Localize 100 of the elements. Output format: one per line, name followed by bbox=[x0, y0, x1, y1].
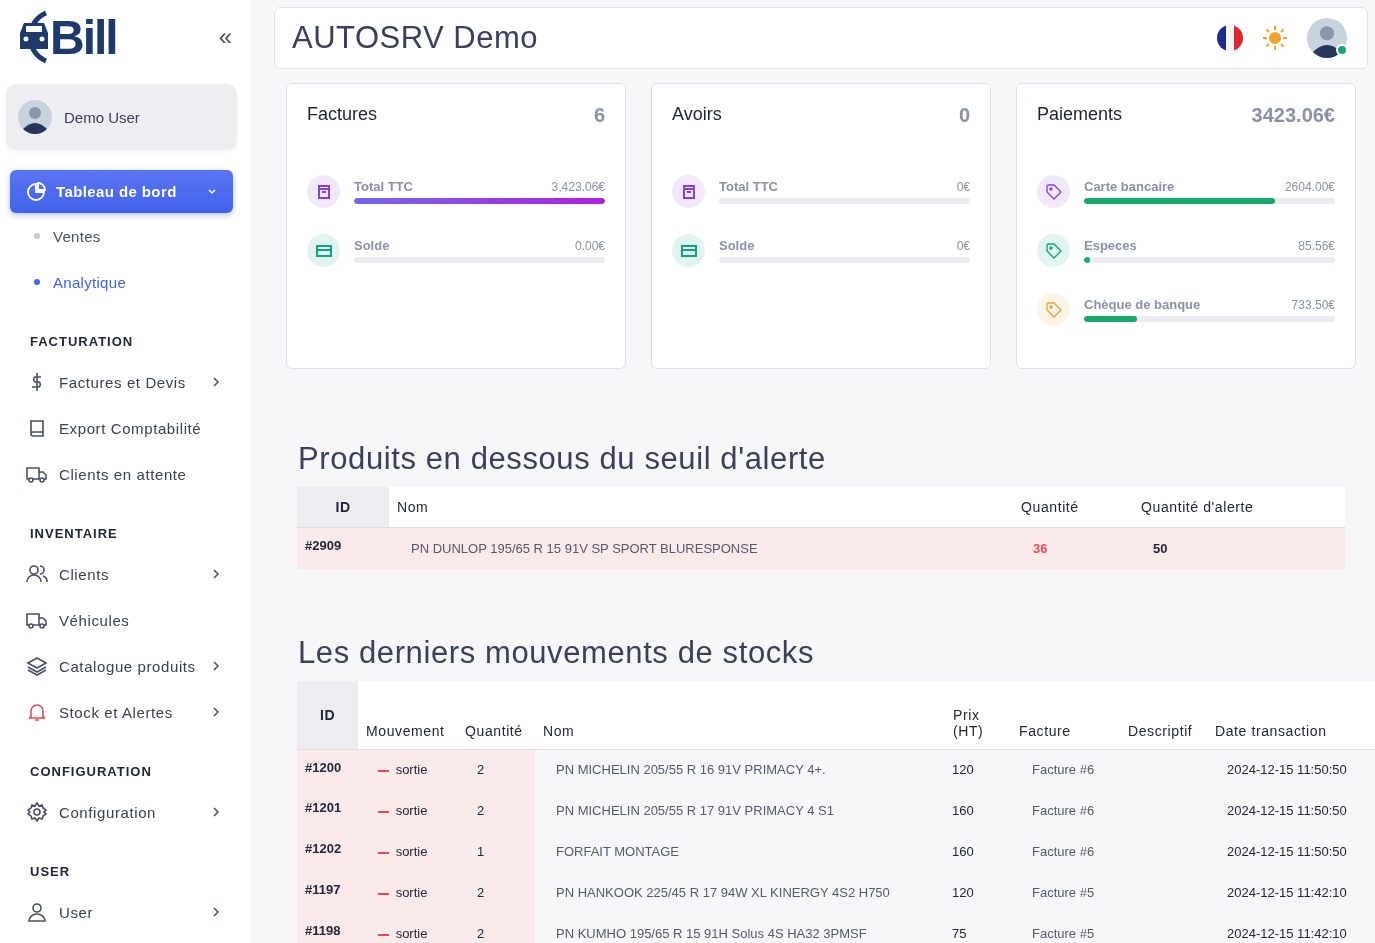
table-cell-text: 2024-12-15 11:50:50 bbox=[1226, 802, 1348, 820]
truck-icon bbox=[26, 464, 48, 484]
column-header: Facture bbox=[1011, 680, 1120, 749]
invoice-link[interactable]: Facture #6 bbox=[1011, 749, 1120, 790]
user-icon bbox=[26, 902, 48, 922]
metric-value: 0€ bbox=[956, 180, 970, 194]
table-cell: PN KUMHO 195/65 R 15 91H Solus 4S HA32 3PMSF bbox=[535, 913, 945, 943]
metric-value: 0.00€ bbox=[574, 239, 605, 253]
table-cell: 2 bbox=[457, 872, 535, 913]
section-title: Produits en dessous du seuil d'alerte bbox=[298, 441, 827, 477]
column-header: Nom bbox=[535, 680, 945, 749]
user-name: Demo User bbox=[64, 108, 140, 126]
table-cell: 50 bbox=[1133, 527, 1345, 569]
card-title: Avoirs bbox=[672, 104, 722, 125]
users-icon bbox=[26, 564, 48, 584]
metric-label: Total TTC bbox=[354, 179, 413, 194]
table-cell: PN MICHELIN 205/55 R 17 91V PRIMACY 4 S1 bbox=[535, 790, 945, 831]
column-header: Nom bbox=[389, 487, 1013, 528]
movement-type: sortie bbox=[395, 844, 428, 859]
table-cell: PN HANKOOK 225/45 R 17 94W XL KINERGY 4S2 H750 bbox=[535, 872, 945, 913]
nav-item[interactable]: Factures et Devis bbox=[0, 359, 250, 405]
movement-type: sortie bbox=[395, 926, 428, 941]
column-header: Prix (HT) bbox=[945, 680, 1011, 749]
table-cell: FORFAIT MONTAGE bbox=[535, 831, 945, 872]
table-cell: #1202 bbox=[297, 831, 358, 872]
chevron-right-icon bbox=[212, 806, 220, 818]
bell-icon bbox=[26, 702, 48, 722]
nav-item[interactable]: Clients bbox=[0, 551, 250, 597]
table-cell: PN MICHELIN 205/55 R 16 91V PRIMACY 4+. bbox=[535, 749, 945, 790]
movement-type: sortie bbox=[395, 803, 428, 818]
table-cell: 1 bbox=[457, 831, 535, 872]
chevron-right-icon bbox=[212, 568, 220, 580]
table-cell: #1200 bbox=[297, 749, 358, 790]
metric-label: Solde bbox=[354, 238, 390, 253]
flag-icon[interactable] bbox=[1217, 25, 1243, 51]
dashboard-nav-item[interactable]: Tableau de bord bbox=[10, 170, 233, 213]
table-cell: #1197 bbox=[297, 872, 358, 913]
table-cell: 2 bbox=[457, 749, 535, 790]
invoice-link[interactable]: Facture #6 bbox=[1011, 790, 1120, 831]
minus-icon bbox=[378, 933, 389, 936]
table-cell: 36 bbox=[1013, 527, 1133, 569]
invoice-link[interactable]: Facture #6 bbox=[1011, 831, 1120, 872]
chevron-right-icon bbox=[212, 660, 220, 672]
chevron-icon bbox=[207, 186, 217, 197]
column-header: Quantité bbox=[1013, 487, 1133, 528]
column-header: ID bbox=[297, 487, 389, 528]
nav-item[interactable]: Véhicules bbox=[0, 597, 250, 643]
nav-item[interactable]: Catalogue produits bbox=[0, 643, 250, 689]
sub-nav-link[interactable]: Analytique bbox=[0, 259, 250, 305]
chevron-right-icon bbox=[212, 376, 220, 388]
table-cell-text: 160 bbox=[951, 802, 975, 820]
movement-type: sortie bbox=[395, 885, 428, 900]
movement-type: sortie bbox=[395, 762, 428, 778]
metric-value: 0€ bbox=[956, 239, 970, 253]
table-cell: #1201 bbox=[297, 790, 358, 831]
sub-nav-link[interactable]: Ventes bbox=[0, 213, 250, 259]
card-title: Factures bbox=[307, 104, 378, 125]
invoice-link[interactable]: Facture #5 bbox=[1011, 872, 1120, 913]
card-total: 3423.06€ bbox=[1251, 104, 1335, 127]
pie-chart-icon bbox=[26, 181, 46, 202]
metric-label: Chèque de banque bbox=[1084, 297, 1201, 312]
section-title: Les derniers mouvements de stocks bbox=[298, 634, 816, 671]
company-title: AUTOSRV Demo bbox=[292, 20, 539, 56]
layers-icon bbox=[26, 656, 48, 676]
metric-value: 733.50€ bbox=[1291, 298, 1335, 312]
nav-item[interactable]: User bbox=[0, 889, 250, 935]
column-header: Quantité d'alerte bbox=[1133, 487, 1345, 528]
table-cell-text: 2024-12-15 11:42:10 bbox=[1226, 884, 1348, 902]
settings-icon bbox=[26, 802, 48, 822]
metric-label: Solde bbox=[719, 238, 755, 253]
table-cell-text: 2024-12-15 11:50:50 bbox=[1226, 843, 1348, 861]
nav-item[interactable]: Export Comptabilité bbox=[0, 405, 250, 451]
metric-label: Especes bbox=[1084, 238, 1137, 253]
nav-item[interactable]: Clients en attente bbox=[0, 451, 250, 497]
collapse-sidebar-button[interactable]: « bbox=[216, 23, 234, 51]
column-header: Descriptif bbox=[1120, 680, 1207, 749]
table-cell-text: 75 bbox=[951, 925, 968, 943]
table-cell: PN DUNLOP 195/65 R 15 91V SP SPORT BLURESPONSE bbox=[389, 527, 1013, 569]
table-cell-text: 160 bbox=[951, 843, 975, 861]
invoice-link[interactable]: Facture #5 bbox=[1011, 913, 1120, 943]
section-heading: CONFIGURATION bbox=[29, 763, 153, 781]
section-heading: USER bbox=[29, 863, 72, 881]
minus-icon bbox=[378, 769, 389, 772]
section-heading: FACTURATION bbox=[29, 333, 135, 351]
truck-icon bbox=[26, 610, 48, 630]
column-header: Quantité bbox=[457, 680, 535, 749]
table-cell-text: 2024-12-15 11:42:10 bbox=[1226, 925, 1348, 943]
nav-item[interactable]: Configuration bbox=[0, 789, 250, 835]
avatar-icon[interactable] bbox=[1307, 18, 1347, 58]
nav-item[interactable]: Stock et Alertes bbox=[0, 689, 250, 735]
metric-value: 2604.00€ bbox=[1284, 180, 1335, 194]
table-cell: 2 bbox=[457, 790, 535, 831]
table-cell-text: 120 bbox=[951, 884, 975, 902]
section-heading: INVENTAIRE bbox=[29, 525, 119, 543]
card-total: 0 bbox=[958, 104, 970, 127]
table-cell: 2024-12-15 11:50:50 bbox=[1207, 749, 1375, 790]
chevron-right-icon bbox=[212, 906, 220, 918]
metric-value: 85.56€ bbox=[1298, 239, 1335, 253]
user-card[interactable]: Demo User bbox=[6, 84, 237, 150]
metric-label: Carte bancaire bbox=[1084, 179, 1175, 194]
